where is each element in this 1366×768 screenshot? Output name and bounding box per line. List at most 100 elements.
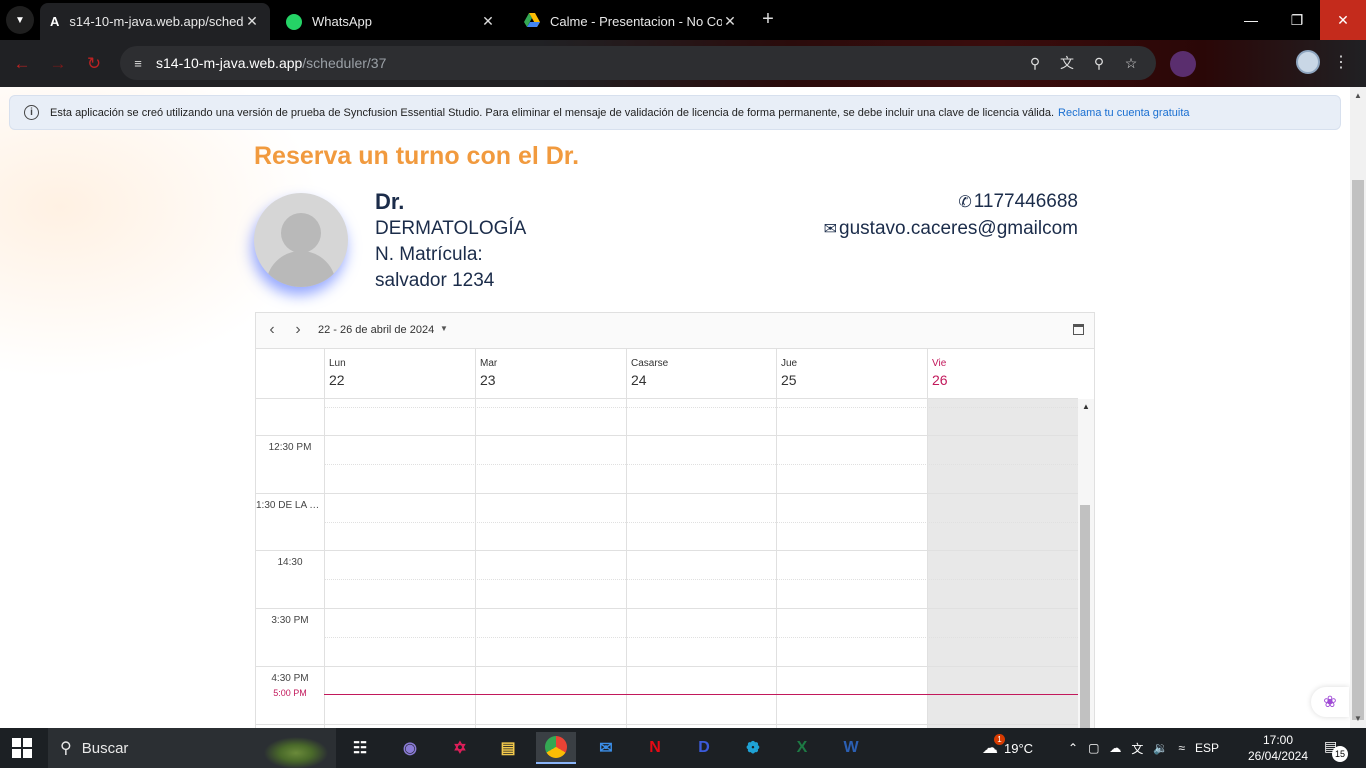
minimize-button[interactable]: — — [1228, 0, 1274, 40]
restore-button[interactable]: ❐ — [1274, 0, 1320, 40]
license-text: Esta aplicación se creó utilizando una v… — [50, 106, 1055, 119]
forward-button[interactable]: → — [44, 50, 72, 78]
tab-presentation[interactable]: Calme - Presentacion - No Country ✕ — [514, 3, 748, 40]
menu-kebab-icon[interactable]: ⋮ — [1333, 52, 1349, 72]
profile-avatar[interactable] — [1296, 50, 1320, 74]
half-hour-line — [324, 522, 1078, 523]
extension-brain-icon[interactable] — [1170, 51, 1196, 77]
day-column[interactable] — [324, 399, 475, 728]
browser-toolbar: ← → ↻ ≡ s14-10-m-java.web.app /scheduler… — [0, 40, 1366, 87]
edge-icon[interactable]: ❁ — [733, 732, 773, 764]
info-icon: i — [24, 105, 39, 120]
notifications-button[interactable]: ▤ 15 — [1324, 738, 1348, 762]
key-icon[interactable]: ⚲ — [1026, 54, 1044, 72]
floating-extension-button[interactable]: ❀ — [1311, 687, 1349, 717]
new-tab-button[interactable]: + — [756, 8, 780, 32]
netflix-icon[interactable]: N — [635, 732, 675, 764]
half-hour-line — [324, 637, 1078, 638]
day-header-mon[interactable]: Lun 22 — [324, 349, 475, 399]
day-name: Mar — [480, 358, 498, 369]
back-button[interactable]: ← — [8, 50, 36, 78]
reload-button[interactable]: ↻ — [80, 50, 108, 78]
wifi-icon[interactable]: ≈ — [1178, 741, 1185, 755]
bookmark-star-icon[interactable]: ☆ — [1122, 54, 1140, 72]
word-icon[interactable]: W — [831, 732, 871, 764]
search-icon: ⚲ — [60, 740, 72, 757]
language-indicator[interactable]: ESP — [1195, 741, 1219, 755]
scroll-down-icon[interactable]: ▼ — [1354, 714, 1362, 723]
zoom-icon[interactable]: ⚲ — [1090, 54, 1108, 72]
day-column[interactable] — [776, 399, 927, 728]
scrollbar-thumb[interactable] — [1352, 180, 1364, 720]
caret-down-icon[interactable]: ▼ — [440, 324, 448, 333]
discord-icon[interactable]: ◉ — [390, 732, 430, 764]
notification-count: 15 — [1332, 746, 1348, 762]
tab-scheduler[interactable]: A s14-10-m-java.web.app/scheduler/37 ✕ — [40, 3, 270, 40]
volume-icon[interactable]: 🔉 — [1153, 741, 1168, 755]
time-grid[interactable]: 12:30 PM 1:30 DE LA TARDE 14:30 3:30 PM … — [256, 399, 1078, 728]
tab-title: WhatsApp — [312, 14, 372, 29]
day-column-today[interactable] — [927, 399, 1078, 728]
day-column[interactable] — [475, 399, 626, 728]
chevron-up-icon[interactable]: ⌃ — [1068, 741, 1078, 755]
doctor-address: salvador 1234 — [375, 270, 495, 291]
phone-icon: ✆ — [958, 194, 972, 211]
next-week-button[interactable]: › — [290, 322, 306, 338]
phone-number: 1177446688 — [973, 191, 1078, 212]
close-window-button[interactable]: ✕ — [1320, 0, 1366, 40]
scrollbar-thumb[interactable] — [1080, 505, 1090, 728]
close-icon[interactable]: ✕ — [244, 13, 260, 30]
weather-temperature: 19°C — [1004, 740, 1034, 756]
email-address: gustavo.caceres@gmailcom — [839, 218, 1078, 239]
current-time-label: 5:00 PM — [273, 688, 307, 698]
clock[interactable]: 17:00 26/04/2024 — [1246, 732, 1310, 764]
hour-line — [324, 666, 1078, 667]
page-scrollbar[interactable]: ▲ ▼ — [1350, 87, 1366, 728]
day-header-fri[interactable]: Vie 26 — [927, 349, 1078, 399]
onedrive-icon[interactable]: ☁ — [1109, 741, 1121, 755]
time-label: 4:30 PM — [271, 673, 309, 684]
hour-line — [324, 550, 1078, 551]
day-name: Lun — [329, 358, 346, 369]
page-title: Reserva un turno con el Dr. — [254, 142, 580, 170]
close-icon[interactable]: ✕ — [722, 13, 738, 30]
site-settings-icon[interactable]: ≡ — [120, 56, 156, 71]
google-drive-icon — [524, 13, 540, 30]
file-explorer-icon[interactable]: ▤ — [488, 732, 528, 764]
disney-plus-icon[interactable]: D — [684, 732, 724, 764]
doctor-avatar — [254, 193, 348, 287]
doctor-phone: ✆ 1177446688 — [958, 191, 1078, 213]
excel-icon[interactable]: X — [782, 732, 822, 764]
translate-icon[interactable]: 文 — [1058, 54, 1076, 72]
date-range-selector[interactable]: 22 - 26 de abril de 2024 — [318, 324, 434, 336]
chrome-icon[interactable] — [536, 732, 576, 764]
day-column[interactable] — [626, 399, 777, 728]
previous-week-button[interactable]: ‹ — [264, 322, 280, 338]
time-label: 3:30 PM — [271, 615, 309, 626]
mail-icon[interactable]: ✉ — [586, 732, 626, 764]
weather-widget[interactable]: ☁ 1 19°C — [982, 728, 1033, 768]
slack-icon[interactable]: ✡ — [440, 732, 480, 764]
day-name: Vie — [932, 358, 947, 369]
claim-account-link[interactable]: Reclama tu cuenta gratuita — [1058, 107, 1189, 119]
scroll-up-icon[interactable]: ▲ — [1354, 91, 1362, 100]
reload-icon: ↻ — [86, 54, 102, 73]
scheduler-scrollbar[interactable]: ▲ — [1078, 399, 1094, 728]
close-icon[interactable]: ✕ — [480, 13, 496, 30]
ime-icon[interactable]: 文 — [1131, 740, 1143, 757]
device-icon[interactable]: ▢ — [1088, 741, 1099, 755]
address-bar[interactable]: ≡ s14-10-m-java.web.app /scheduler/37 ⚲ … — [120, 46, 1156, 80]
day-header-tue[interactable]: Mar 23 — [475, 349, 626, 399]
tab-whatsapp[interactable]: WhatsApp ✕ — [276, 3, 506, 40]
calendar-today-icon[interactable] — [1073, 324, 1084, 335]
day-header-thu[interactable]: Jue 25 — [776, 349, 927, 399]
tab-search-button[interactable]: ▼ — [6, 6, 34, 34]
time-divider — [256, 666, 324, 667]
scroll-up-icon[interactable]: ▲ — [1082, 402, 1090, 411]
task-view-icon[interactable]: ☷ — [340, 732, 380, 764]
windows-start-icon[interactable] — [12, 738, 32, 758]
time-label: 1:30 DE LA TARDE — [256, 500, 324, 511]
day-header-wed[interactable]: Casarse 24 — [626, 349, 777, 399]
arrow-left-icon: ← — [13, 54, 31, 73]
time-label: 14:30 — [277, 557, 303, 568]
